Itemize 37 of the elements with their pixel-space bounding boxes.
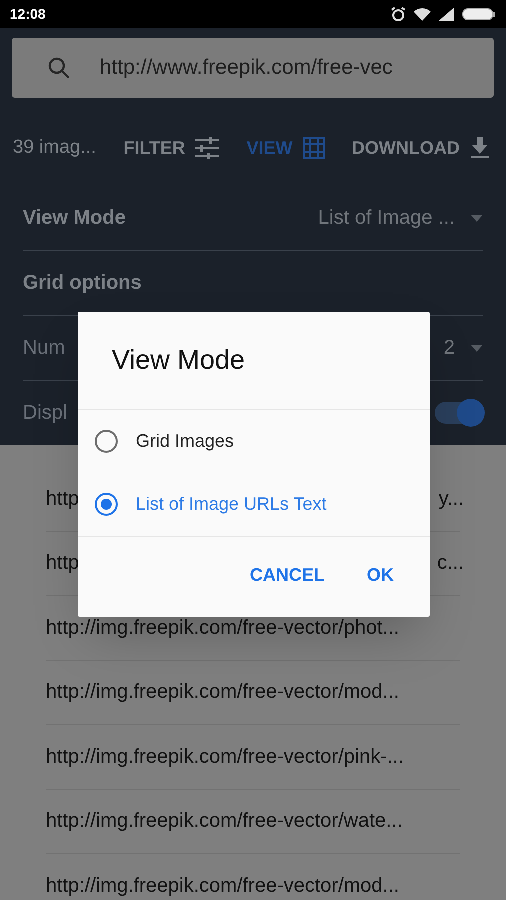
wifi-icon	[414, 8, 431, 20]
setting-label: View Mode	[23, 206, 126, 231]
url-text: http	[46, 486, 80, 512]
sliders-icon	[195, 137, 220, 159]
alarm-icon	[391, 6, 406, 22]
caret-icon	[471, 214, 483, 222]
grid-icon	[302, 137, 325, 159]
search-field[interactable]: http://www.freepik.com/free-vec	[12, 38, 494, 98]
radio-option[interactable]: List of Image URLs Text	[78, 473, 430, 536]
url-text: http://img.freepik.com/free-vector/mod...	[46, 680, 400, 706]
url-text: http://img.freepik.com/free-vector/phot...	[46, 616, 400, 641]
url-text: http://img.freepik.com/free-vector/wate...	[46, 809, 403, 834]
dialog-button[interactable]: OK	[367, 562, 394, 589]
url-text: http://img.freepik.com/free-vector/pink-...	[46, 744, 404, 770]
download-icon	[470, 137, 490, 159]
clock: 12:08	[10, 4, 46, 24]
dialog-button[interactable]: CANCEL	[250, 562, 325, 589]
setting-label: Displ	[23, 400, 68, 426]
radio-option[interactable]: Grid Images	[78, 410, 430, 473]
search-icon	[48, 57, 70, 79]
battery-icon	[462, 8, 496, 20]
dropdown[interactable]: List of Image ...	[318, 203, 483, 233]
dialog-title: View Mode	[112, 344, 246, 378]
section-header: Grid options	[23, 271, 142, 296]
setting-label: Num	[23, 336, 66, 361]
toolbar-button[interactable]: DOWNLOAD	[352, 134, 490, 162]
url-text: http://img.freepik.com/free-vector/mod...	[46, 874, 400, 900]
search-value: http://www.freepik.com/free-vec	[100, 55, 393, 82]
toolbar-button[interactable]: FILTER	[124, 134, 220, 162]
url-text: y...	[438, 486, 464, 512]
url-text: c...	[437, 551, 464, 576]
url-text: http	[46, 551, 80, 576]
dropdown[interactable]: 2	[444, 333, 483, 363]
signal-icon	[439, 8, 454, 20]
caret-icon	[471, 344, 483, 352]
toggle-switch[interactable]	[435, 402, 483, 424]
image-count: 39 imag...	[13, 136, 96, 160]
